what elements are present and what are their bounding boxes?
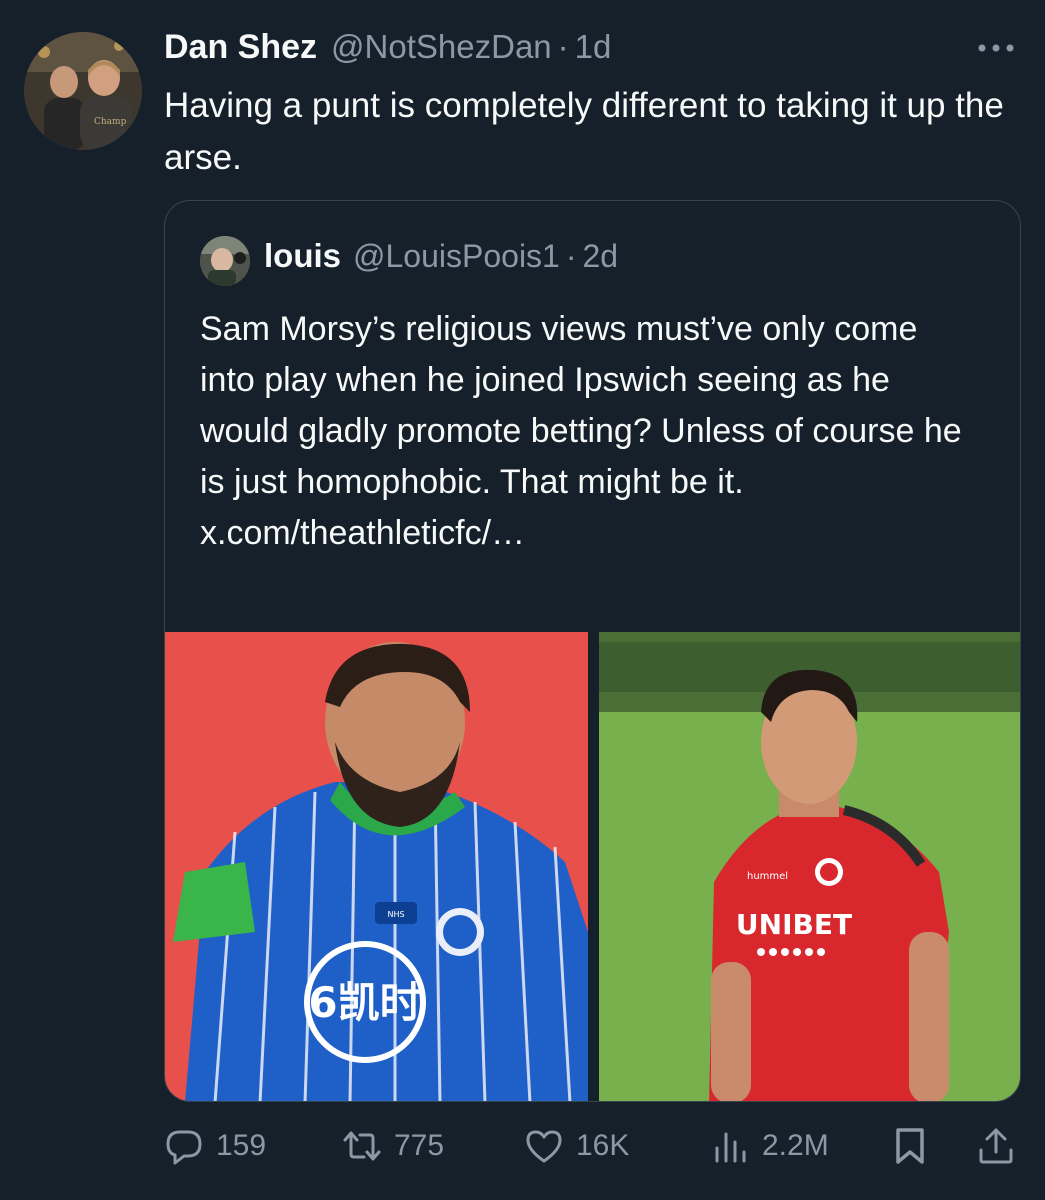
svg-text:Champ: Champ: [94, 117, 127, 127]
reply-icon: [166, 1130, 202, 1165]
svg-text:NHS: NHS: [387, 910, 404, 919]
quoted-tweet-header: louis @LouisPoois1 · 2d: [264, 237, 618, 281]
views-icon: [715, 1132, 746, 1163]
quoted-tweet-timestamp[interactable]: 2d: [583, 238, 619, 275]
bookmark-icon: [896, 1128, 924, 1164]
retweet-icon: [343, 1131, 381, 1161]
quoted-tweet-text: Sam Morsy’s religious views must’ve only…: [200, 310, 962, 552]
reply-count: 159: [216, 1129, 267, 1162]
retweet-button[interactable]: 775: [342, 1118, 444, 1174]
more-icon: [978, 44, 1014, 52]
quoted-tweet-media: 6凯时 NHS UNIBET hummel: [165, 632, 1020, 1101]
more-options-button[interactable]: [972, 36, 1020, 60]
like-button[interactable]: 16K: [524, 1118, 629, 1174]
quoted-author-avatar[interactable]: [200, 236, 250, 286]
retweet-count: 775: [394, 1129, 445, 1162]
quoted-author-handle[interactable]: @LouisPoois1: [353, 238, 560, 275]
quoted-tweet[interactable]: louis @LouisPoois1 · 2d Sam Morsy’s reli…: [164, 200, 1021, 1102]
views-button[interactable]: 2.2M: [710, 1118, 829, 1174]
bookmark-button[interactable]: [890, 1118, 930, 1174]
svg-text:hummel: hummel: [747, 871, 788, 882]
reply-button[interactable]: 159: [164, 1118, 266, 1174]
tweet-text: Having a punt is completely different to…: [164, 86, 1004, 177]
svg-text:6凯时: 6凯时: [308, 978, 421, 1027]
tweet-actions: 159 775 16K 2.2M: [164, 1118, 1024, 1174]
author-handle[interactable]: @NotShezDan: [331, 28, 552, 66]
quoted-author-name[interactable]: louis: [264, 237, 341, 275]
tweet: Champ Dan Shez @NotShezDan · 1d Having a…: [0, 0, 1045, 1200]
share-icon: [979, 1128, 1013, 1164]
share-button[interactable]: [976, 1118, 1016, 1174]
views-count: 2.2M: [762, 1129, 829, 1162]
tweet-timestamp[interactable]: 1d: [575, 28, 612, 66]
photo-image: 6凯时 NHS: [165, 632, 588, 1101]
author-name[interactable]: Dan Shez: [164, 28, 317, 67]
svg-text:UNIBET: UNIBET: [736, 908, 852, 941]
photo-player-red-kit[interactable]: UNIBET hummel: [599, 632, 1020, 1101]
tweet-header: Dan Shez @NotShezDan · 1d: [164, 28, 611, 72]
separator-dot: ·: [557, 28, 569, 65]
avatar-photo: Champ: [24, 32, 142, 150]
author-avatar[interactable]: Champ: [24, 32, 142, 150]
separator-dot: ·: [565, 238, 577, 274]
quoted-avatar-photo: [200, 236, 250, 286]
photo-player-blue-kit[interactable]: 6凯时 NHS: [165, 632, 588, 1101]
photo-image: UNIBET hummel: [599, 632, 1020, 1101]
like-icon: [526, 1130, 562, 1163]
like-count: 16K: [576, 1129, 630, 1162]
